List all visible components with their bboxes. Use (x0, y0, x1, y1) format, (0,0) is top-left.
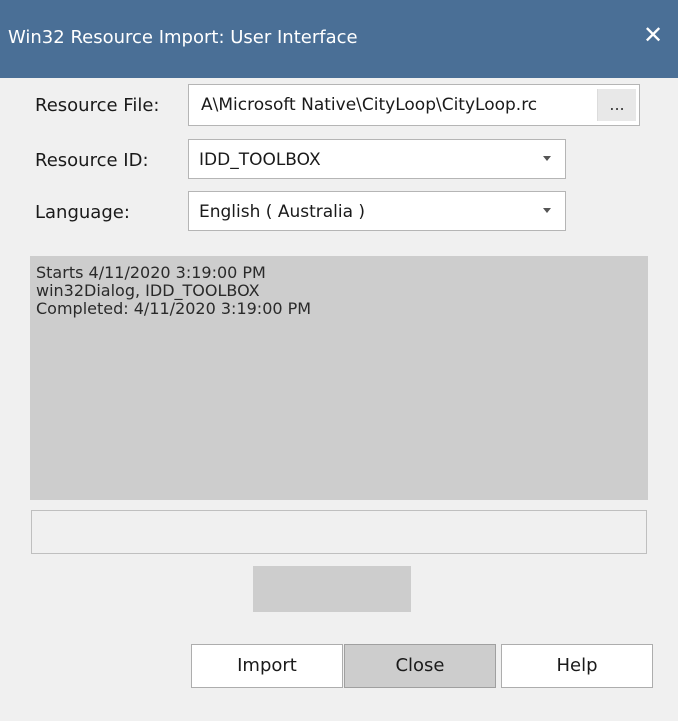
import-button[interactable]: Import (191, 644, 343, 688)
browse-button[interactable]: ... (597, 89, 636, 121)
close-icon[interactable]: ✕ (636, 18, 670, 52)
log-line: Completed: 4/11/2020 3:19:00 PM (36, 299, 312, 318)
disabled-control (253, 566, 411, 612)
import-dialog: Win32 Resource Import: User Interface ✕ … (0, 0, 678, 721)
window-title: Win32 Resource Import: User Interface (8, 27, 358, 48)
resource-file-label: Resource File: (35, 95, 160, 116)
log-line: win32Dialog, IDD_TOOLBOX (36, 281, 260, 300)
resource-file-value: A\Microsoft Native\CityLoop\CityLoop.rc (201, 95, 538, 115)
progress-bar (31, 510, 647, 554)
resource-id-value: IDD_TOOLBOX (199, 150, 321, 170)
log-output[interactable]: Starts 4/11/2020 3:19:00 PM win32Dialog,… (30, 256, 648, 500)
title-bar[interactable]: Win32 Resource Import: User Interface ✕ (0, 0, 678, 78)
resource-id-dropdown[interactable]: IDD_TOOLBOX (188, 139, 566, 179)
language-dropdown[interactable]: English ( Australia ) (188, 191, 566, 231)
log-line: Starts 4/11/2020 3:19:00 PM (36, 263, 266, 282)
chevron-down-icon (543, 156, 551, 161)
resource-file-field[interactable]: A\Microsoft Native\CityLoop\CityLoop.rc … (188, 84, 640, 126)
close-button[interactable]: Close (344, 644, 496, 688)
language-value: English ( Australia ) (199, 202, 366, 222)
language-label: Language: (35, 202, 130, 223)
help-button[interactable]: Help (501, 644, 653, 688)
resource-id-label: Resource ID: (35, 150, 149, 171)
chevron-down-icon (543, 208, 551, 213)
